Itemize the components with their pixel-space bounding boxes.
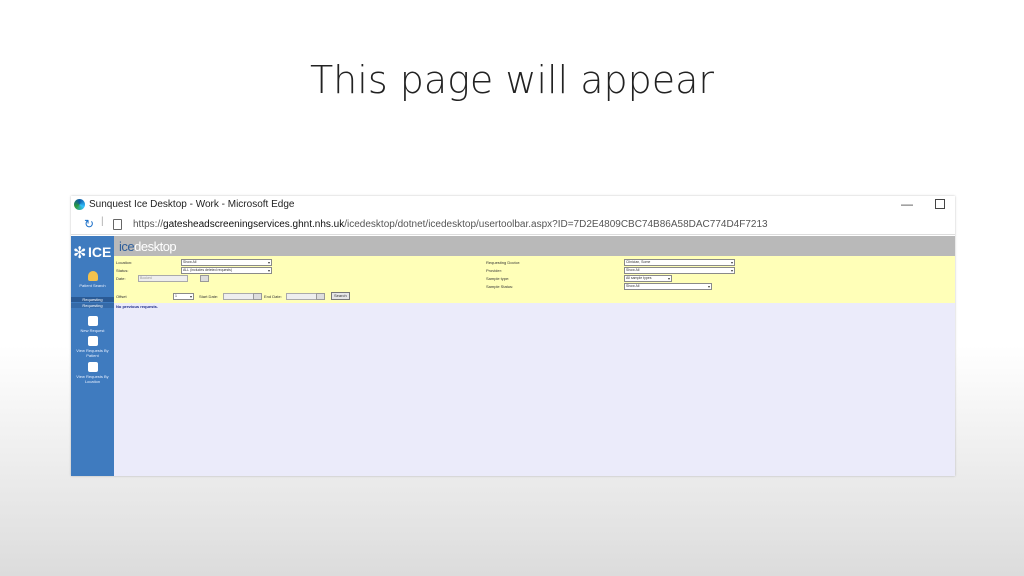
requesting-doctor-select[interactable]: Clinician, Some (624, 259, 735, 266)
url-prefix: https:// (133, 219, 164, 230)
sidebar-item-view-by-patient[interactable]: View Requests By Patient (71, 336, 114, 358)
results-area: No previous requests. (114, 303, 955, 476)
start-date-picker-button[interactable] (253, 293, 262, 300)
sidebar-item-label: View Requests By Location (76, 374, 109, 384)
snowflake-icon: ✻ (73, 245, 87, 262)
sidebar-item-patient-search[interactable]: Patient Search (71, 271, 114, 288)
sidebar-item-label: View Requests By Patient (76, 348, 109, 358)
sample-status-select[interactable]: Show All (624, 283, 712, 290)
start-date-field[interactable] (223, 293, 254, 300)
refresh-icon[interactable]: ↻ (84, 217, 94, 231)
browser-window: Sunquest Ice Desktop - Work - Microsoft … (71, 196, 955, 476)
window-title: Sunquest Ice Desktop - Work - Microsoft … (89, 199, 295, 210)
sidebar-item-view-by-location[interactable]: View Requests By Location (71, 362, 114, 384)
brand-title: icedesktop (119, 239, 177, 254)
document-icon (87, 316, 98, 326)
window-titlebar: Sunquest Ice Desktop - Work - Microsoft … (71, 196, 955, 214)
brand-suffix: desktop (134, 239, 177, 254)
location-label: Location: (116, 260, 133, 265)
url-text[interactable]: https://gatesheadscreeningservices.ghnt.… (133, 219, 768, 230)
slide-title: This page will appear (309, 58, 715, 102)
tab-requesting-sub[interactable]: Requesting (71, 303, 114, 308)
maximize-button[interactable] (935, 199, 945, 209)
url-host: gatesheadscreeningservices.ghnt.nhs.uk (163, 219, 345, 230)
offset-select[interactable]: 1 (173, 293, 194, 300)
app-header: icedesktop (114, 236, 955, 256)
patient-search-icon (87, 271, 98, 281)
provider-select[interactable]: Show All (624, 267, 735, 274)
end-date-label: End Date: (264, 294, 282, 299)
logo-text: ICE (88, 244, 112, 260)
status-label: Status: (116, 268, 129, 273)
date-field[interactable]: Booked (138, 275, 188, 282)
sidebar: ✻ ICE Patient Search Requesting Requesti… (71, 236, 114, 476)
brand-prefix: ice (119, 239, 135, 254)
sidebar-item-label: New Request (80, 328, 105, 333)
edge-browser-icon (74, 199, 85, 210)
sample-type-label: Sample type: (486, 276, 510, 281)
location-select[interactable]: Show All (181, 259, 272, 266)
ice-desktop-app: ✻ ICE Patient Search Requesting Requesti… (71, 236, 955, 476)
end-date-field[interactable] (286, 293, 317, 300)
end-date-picker-button[interactable] (316, 293, 325, 300)
sample-type-select[interactable]: All sample types (624, 275, 672, 282)
ice-logo: ✻ ICE (71, 241, 114, 262)
status-select[interactable]: ALL (includes deleted requests) (181, 267, 272, 274)
document-icon (87, 336, 98, 346)
minimize-button[interactable]: — (901, 197, 913, 211)
page-icon (113, 219, 122, 230)
filter-panel: Location: Show All Status: ALL (includes… (114, 256, 955, 303)
document-icon (87, 362, 98, 372)
sample-status-label: Sample Status: (486, 284, 514, 289)
address-separator: | (101, 216, 104, 227)
sidebar-item-label: Patient Search (79, 283, 106, 288)
search-button[interactable]: Search (331, 292, 350, 300)
date-picker-button[interactable] (200, 275, 209, 282)
offset-label: Offset (116, 294, 127, 299)
requesting-doctor-label: Requesting Doctor: (486, 260, 521, 265)
results-message: No previous requests. (116, 304, 159, 309)
provider-label: Provider: (486, 268, 503, 273)
url-path: /icedesktop/dotnet/icedesktop/usertoolba… (344, 219, 768, 230)
date-label: Date: (116, 276, 126, 281)
sidebar-item-new-request[interactable]: New Request (71, 316, 114, 333)
start-date-label: Start Date: (199, 294, 219, 299)
address-bar[interactable]: ↻ | https://gatesheadscreeningservices.g… (71, 216, 955, 235)
tab-requesting[interactable]: Requesting (71, 297, 114, 302)
